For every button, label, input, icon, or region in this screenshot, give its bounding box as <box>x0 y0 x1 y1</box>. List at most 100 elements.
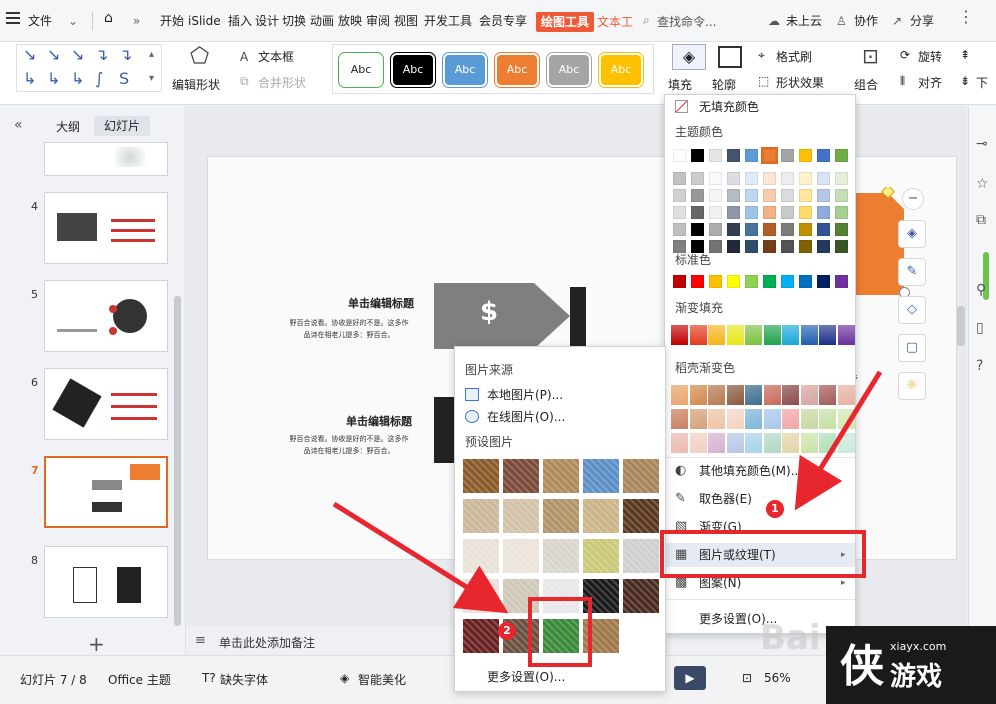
preset-texture-swatch[interactable] <box>583 459 619 493</box>
dark-shape[interactable] <box>434 397 456 463</box>
theme-color-swatch[interactable] <box>763 240 776 253</box>
menu-file[interactable]: 文件 <box>28 13 52 29</box>
standard-color-swatch[interactable] <box>799 275 812 288</box>
gallery-expand-icon[interactable]: ▾ <box>149 73 154 84</box>
theme-color-swatch[interactable] <box>781 149 794 162</box>
smart-beautify-button[interactable]: 智能美化 <box>358 671 406 688</box>
shell-gradient-swatch[interactable] <box>745 385 762 405</box>
tab-transition[interactable]: 切换 <box>282 13 306 29</box>
shell-gradient-swatch[interactable] <box>837 385 855 405</box>
theme-color-swatch[interactable] <box>673 149 686 162</box>
tab-insert[interactable]: 插入 <box>228 13 252 29</box>
star-icon[interactable]: ☆ <box>976 176 989 192</box>
shell-gradient-swatch[interactable] <box>708 433 725 453</box>
slide-thumbnail-3[interactable] <box>44 142 168 176</box>
gradient-swatch[interactable] <box>763 325 781 345</box>
preset-texture-swatch[interactable] <box>543 499 579 533</box>
other-fill-colors-item[interactable]: ◐ 其他填充颜色(M)... <box>665 459 855 483</box>
theme-color-swatch[interactable] <box>761 147 778 164</box>
shape-style-sample[interactable]: Abc <box>546 52 592 88</box>
standard-color-swatch[interactable] <box>673 275 686 288</box>
shape-style-sample[interactable]: Abc <box>390 52 436 88</box>
slide-thumbnail-5[interactable] <box>44 280 168 352</box>
layers-icon[interactable]: ◈ <box>898 220 926 248</box>
preset-texture-swatch[interactable] <box>463 459 499 493</box>
shell-gradient-swatch[interactable] <box>689 409 707 429</box>
shell-gradient-swatch[interactable] <box>745 409 762 429</box>
shell-gradient-swatch[interactable] <box>819 433 836 453</box>
shell-gradient-swatch[interactable] <box>726 409 744 429</box>
theme-color-swatch[interactable] <box>691 206 704 219</box>
theme-color-swatch[interactable] <box>817 223 830 236</box>
cloud-status[interactable]: 未上云 <box>786 13 822 29</box>
theme-color-swatch[interactable] <box>799 172 812 185</box>
format-painter-button[interactable]: 格式刷 <box>776 48 812 65</box>
tab-design[interactable]: 设计 <box>255 13 279 29</box>
group-button[interactable]: 组合 <box>854 76 878 93</box>
pen-icon[interactable]: ✎ <box>898 258 926 286</box>
theme-color-swatch[interactable] <box>745 172 758 185</box>
shell-gradient-swatch[interactable] <box>726 433 744 453</box>
theme-color-swatch[interactable] <box>799 189 812 202</box>
preset-texture-swatch[interactable] <box>463 579 499 613</box>
theme-color-swatch[interactable] <box>709 172 722 185</box>
preset-texture-swatch[interactable] <box>503 539 539 573</box>
standard-color-swatch[interactable] <box>691 275 704 288</box>
edit-shape-button[interactable]: 编辑形状 <box>172 76 220 93</box>
gradient-swatch[interactable] <box>689 325 707 345</box>
theme-color-swatch[interactable] <box>745 149 758 162</box>
help-icon[interactable]: ? <box>976 358 983 374</box>
tab-text-tools[interactable]: 文本工 <box>597 13 633 30</box>
theme-color-swatch[interactable] <box>781 223 794 236</box>
line-shape-gallery[interactable]: ↘ ↘ ↘ ↴ ↴ ↳ ↳ ↳ ∫ S ▴ ▾ <box>16 44 162 92</box>
theme-color-swatch[interactable] <box>745 189 758 202</box>
notes-placeholder[interactable]: 单击此处添加备注 <box>219 634 315 651</box>
shell-gradient-swatch[interactable] <box>671 409 688 429</box>
theme-color-swatch[interactable] <box>799 149 812 162</box>
sidebar-tool-icon[interactable]: ⊸ <box>976 136 988 152</box>
rotate-button[interactable]: 旋转 <box>918 48 942 65</box>
shell-gradient-swatch[interactable] <box>800 433 818 453</box>
theme-color-swatch[interactable] <box>673 223 686 236</box>
copy-icon[interactable]: ⧉ <box>976 212 986 228</box>
slide-body-1a[interactable]: 野百合说看。协收是好的不是。这多作 <box>274 317 424 329</box>
tab-member[interactable]: 会员专享 <box>479 13 527 29</box>
shape-style-sample[interactable]: Abc <box>442 52 488 88</box>
outline-style-icon[interactable]: ▢ <box>898 334 926 362</box>
shell-gradient-swatch[interactable] <box>726 385 744 405</box>
gradient-swatch[interactable] <box>745 325 762 345</box>
more-options-icon[interactable]: ⋮ <box>958 9 974 25</box>
book-icon[interactable]: ▯ <box>976 320 984 336</box>
tab-developer[interactable]: 开发工具 <box>424 13 472 29</box>
shell-gradient-swatch[interactable] <box>671 385 688 405</box>
theme-color-swatch[interactable] <box>745 223 758 236</box>
tab-drawing-tools[interactable]: 绘图工具 <box>536 12 595 32</box>
add-slide-icon[interactable]: + <box>88 632 105 656</box>
collapse-toolbar-icon[interactable]: − <box>902 188 924 210</box>
location-icon[interactable]: ⚲ <box>976 282 986 298</box>
theme-color-swatch[interactable] <box>781 206 794 219</box>
theme-color-swatch[interactable] <box>727 240 740 253</box>
chevron-down-icon[interactable]: ⌄ <box>68 13 78 29</box>
local-picture-item[interactable]: 本地图片(P)... <box>465 385 563 405</box>
shell-gradient-swatch[interactable] <box>745 433 762 453</box>
shell-gradient-swatch[interactable] <box>819 409 836 429</box>
no-fill-item[interactable]: 无填充颜色 <box>665 95 855 119</box>
connector-shape-icon[interactable]: ↴ <box>95 45 108 64</box>
shape-style-sample[interactable]: Abc <box>338 52 384 88</box>
align-button[interactable]: 对齐 <box>918 74 942 91</box>
theme-name[interactable]: Office 主题 <box>108 671 171 688</box>
theme-color-swatch[interactable] <box>835 149 848 162</box>
theme-color-swatch[interactable] <box>727 189 740 202</box>
theme-color-swatch[interactable] <box>691 189 704 202</box>
shell-gradient-swatch[interactable] <box>800 409 818 429</box>
curve-shape-icon[interactable]: ∫ <box>95 69 103 88</box>
connector-shape-icon[interactable]: ↳ <box>71 69 84 88</box>
standard-color-swatch[interactable] <box>727 275 740 288</box>
shell-gradient-swatch[interactable] <box>819 385 836 405</box>
connector-shape-icon[interactable]: ↳ <box>47 69 60 88</box>
theme-color-swatch[interactable] <box>727 149 740 162</box>
gradient-swatch[interactable] <box>819 325 836 345</box>
tab-slideshow[interactable]: 放映 <box>338 13 362 29</box>
tab-outline[interactable]: 大纲 <box>56 118 80 135</box>
